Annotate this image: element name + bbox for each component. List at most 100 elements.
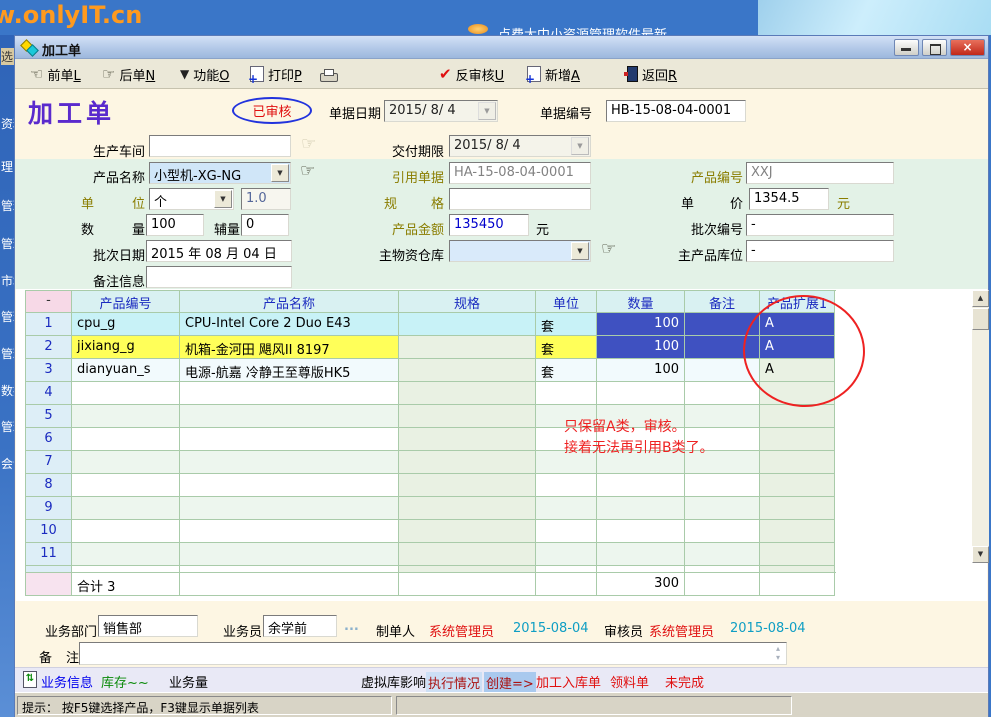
print-button[interactable]: + 打印P — [247, 63, 305, 85]
empty-cell[interactable] — [72, 405, 180, 428]
ref-bill-field[interactable]: HA-15-08-04-0001 — [449, 162, 591, 184]
bill-date-combo[interactable]: 2015/ 8/ 4 ▼ — [384, 100, 498, 122]
empty-cell[interactable] — [180, 405, 399, 428]
empty-cell[interactable] — [399, 451, 536, 474]
close-button[interactable]: × — [950, 39, 985, 56]
return-button[interactable]: 返回R — [624, 63, 680, 85]
unapprove-button[interactable]: ✔ 反审核U — [436, 63, 507, 85]
empty-cell[interactable] — [760, 428, 835, 451]
create-link[interactable]: 创建=> — [484, 672, 536, 693]
empty-cell[interactable] — [685, 474, 760, 497]
material-bill-link[interactable]: 领料单 — [610, 672, 649, 691]
refresh-doc-icon[interactable]: ⇅ — [23, 671, 37, 688]
row-number-cell[interactable]: 5 — [26, 405, 72, 428]
function-button[interactable]: ▼ 功能O — [177, 63, 232, 85]
row-number-cell[interactable]: 6 — [26, 428, 72, 451]
qty-cell[interactable]: 100 — [597, 359, 685, 382]
picker-hand-icon[interactable]: ☞ — [300, 163, 315, 180]
chevron-down-icon[interactable]: ▼ — [478, 102, 496, 120]
qty-cell[interactable]: 100 — [597, 313, 685, 336]
name-cell[interactable]: 电源-航嘉 冷静王至尊版HK5 — [180, 359, 399, 382]
code-cell[interactable]: cpu_g — [72, 313, 180, 336]
batch-date-field[interactable]: 2015 年 08 月 04 日 — [146, 240, 292, 262]
qty-field[interactable]: 100 — [146, 214, 204, 236]
empty-cell[interactable] — [399, 382, 536, 405]
empty-cell[interactable] — [72, 543, 180, 566]
empty-cell[interactable] — [760, 497, 835, 520]
menu-fragment[interactable]: 会计 — [1, 455, 14, 472]
empty-cell[interactable] — [399, 520, 536, 543]
empty-cell[interactable] — [685, 497, 760, 520]
empty-cell[interactable] — [597, 497, 685, 520]
empty-cell[interactable] — [760, 451, 835, 474]
empty-cell[interactable] — [72, 474, 180, 497]
workshop-field[interactable] — [149, 135, 291, 157]
empty-cell[interactable] — [180, 428, 399, 451]
maximize-button[interactable] — [922, 39, 947, 56]
empty-cell[interactable] — [72, 451, 180, 474]
empty-cell[interactable] — [180, 474, 399, 497]
menu-fragment[interactable]: 管理 — [1, 235, 14, 252]
empty-cell[interactable] — [180, 497, 399, 520]
name-cell[interactable]: 机箱-金河田 飓风II 8197 — [180, 336, 399, 359]
menu-fragment[interactable]: 管理 — [1, 308, 14, 325]
empty-cell[interactable] — [399, 405, 536, 428]
code-cell[interactable]: dianyuan_s — [72, 359, 180, 382]
printer-quick-button[interactable] — [317, 63, 341, 85]
menu-fragment[interactable]: 选 — [1, 48, 14, 65]
empty-cell[interactable] — [760, 520, 835, 543]
empty-cell[interactable] — [536, 382, 597, 405]
empty-cell[interactable] — [536, 543, 597, 566]
salesman-field[interactable]: 余学前 — [263, 615, 337, 637]
qty-cell[interactable]: 100 — [597, 336, 685, 359]
chevron-down-icon[interactable]: ▼ — [571, 137, 589, 155]
empty-cell[interactable] — [685, 382, 760, 405]
row-number-cell[interactable]: 4 — [26, 382, 72, 405]
unit-cell[interactable]: 套 — [536, 313, 597, 336]
empty-cell[interactable] — [399, 428, 536, 451]
scrollbar-thumb[interactable] — [972, 308, 989, 330]
more-button[interactable]: ... — [344, 619, 359, 634]
menu-fragment[interactable]: 管理 — [1, 197, 14, 214]
empty-cell[interactable] — [180, 382, 399, 405]
spec-cell[interactable] — [399, 336, 536, 359]
minimize-button[interactable] — [894, 39, 919, 56]
empty-cell[interactable] — [399, 474, 536, 497]
row-number-cell[interactable]: 10 — [26, 520, 72, 543]
spinner-icon[interactable]: ▴▾ — [772, 644, 784, 663]
chevron-down-icon[interactable]: ▼ — [271, 164, 289, 182]
dept-field[interactable]: 销售部 — [98, 615, 198, 637]
amount-field[interactable]: 135450 — [449, 214, 529, 236]
empty-cell[interactable] — [180, 543, 399, 566]
main-warehouse-combo[interactable]: ▼ — [449, 240, 591, 262]
vertical-scrollbar[interactable]: ▲ ▼ — [972, 290, 989, 563]
aux-qty-field[interactable]: 0 — [241, 214, 289, 236]
stock-link[interactable]: 库存~~ — [101, 672, 149, 691]
remark-textarea[interactable]: ▴▾ — [79, 642, 787, 665]
unit-combo[interactable]: 个 ▼ — [149, 188, 234, 210]
chevron-down-icon[interactable]: ▼ — [571, 242, 589, 260]
row-number-cell[interactable]: 9 — [26, 497, 72, 520]
empty-cell[interactable] — [597, 382, 685, 405]
empty-cell[interactable] — [180, 520, 399, 543]
empty-cell[interactable] — [760, 474, 835, 497]
biz-info-link[interactable]: 业务信息 — [41, 672, 93, 691]
empty-cell[interactable] — [72, 497, 180, 520]
exec-status-link[interactable]: 执行情况 — [426, 672, 482, 693]
row-number-cell[interactable]: 3 — [26, 359, 72, 382]
menu-fragment[interactable]: 资料 — [1, 115, 14, 132]
menu-fragment[interactable]: 理 — [1, 158, 14, 175]
picker-hand-icon[interactable]: ☞ — [601, 241, 616, 258]
row-number-cell[interactable]: 1 — [26, 313, 72, 336]
scroll-down-button[interactable]: ▼ — [972, 546, 989, 563]
in-bill-link[interactable]: 加工入库单 — [536, 672, 601, 691]
empty-cell[interactable] — [72, 382, 180, 405]
empty-cell[interactable] — [760, 405, 835, 428]
unit-cell[interactable]: 套 — [536, 336, 597, 359]
row-number-cell[interactable]: 8 — [26, 474, 72, 497]
empty-cell[interactable] — [399, 543, 536, 566]
row-number-cell[interactable]: 2 — [26, 336, 72, 359]
menu-fragment[interactable]: 管理 — [1, 418, 14, 435]
next-bill-button[interactable]: ☞ 后单N — [99, 63, 158, 85]
unit-cell[interactable]: 套 — [536, 359, 597, 382]
